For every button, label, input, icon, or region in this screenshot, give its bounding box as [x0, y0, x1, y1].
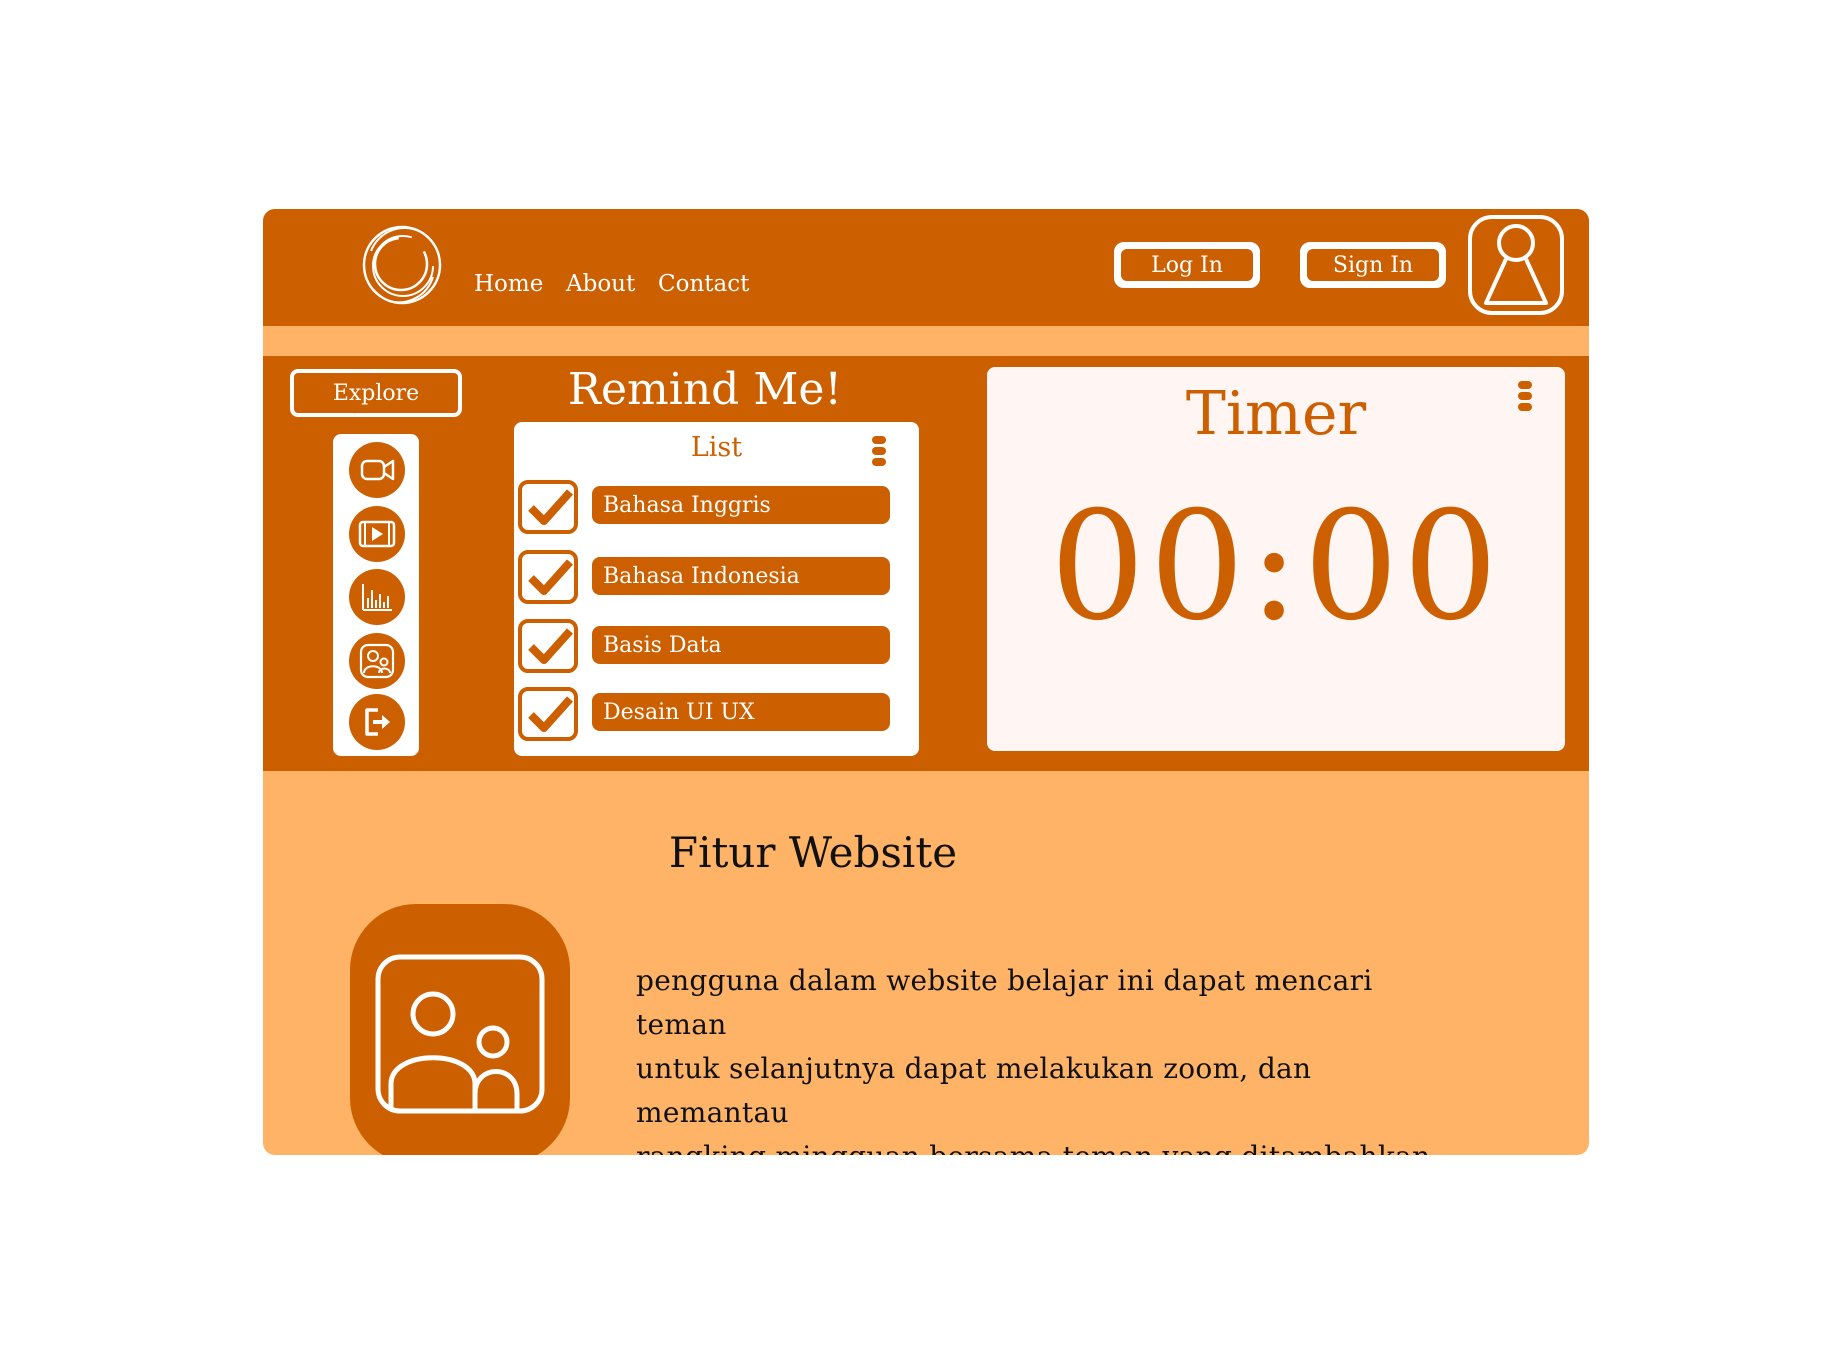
- nav-about-link[interactable]: About: [566, 271, 635, 297]
- explore-button[interactable]: Explore: [290, 369, 462, 417]
- features-description: pengguna dalam website belajar ini dapat…: [636, 959, 1456, 1155]
- signin-button[interactable]: Sign In: [1300, 242, 1446, 288]
- nav-home-link[interactable]: Home: [474, 271, 543, 297]
- kebab-menu-icon[interactable]: [872, 436, 886, 466]
- list-item[interactable]: Basis Data: [592, 626, 890, 664]
- reminder-list-card: List Bahasa Inggris Bahasa Indonesia Bas…: [514, 422, 919, 756]
- accent-strip: [263, 326, 1589, 356]
- sidebar-item-friends[interactable]: [349, 633, 405, 689]
- features-line: untuk selanjutnya dapat melakukan zoom, …: [636, 1052, 1312, 1129]
- checkbox-basis-data[interactable]: [518, 619, 578, 673]
- user-avatar-icon[interactable]: [1468, 215, 1564, 315]
- list-title: List: [690, 432, 743, 463]
- top-nav: Home About Contact Log In Sign In: [263, 209, 1589, 326]
- features-line: pengguna dalam website belajar ini dapat…: [636, 964, 1373, 1041]
- checkbox-desain-ui-ux[interactable]: [518, 687, 578, 741]
- bar-chart-icon: [362, 584, 392, 611]
- circle-swirl-logo-icon[interactable]: [359, 221, 445, 309]
- list-item[interactable]: Desain UI UX: [592, 693, 890, 731]
- timer-card: Timer 00:00: [987, 367, 1565, 751]
- sidebar-icon-bar: [333, 434, 419, 756]
- sidebar-item-video[interactable]: [349, 442, 405, 498]
- app-frame: Home About Contact Log In Sign In Explor…: [263, 209, 1589, 1155]
- timer-title: Timer: [1185, 379, 1367, 449]
- checkmark-icon: [528, 489, 573, 525]
- film-play-icon: [358, 520, 396, 548]
- dashboard-band: Explore Remind Me! List Bahasa Inggris B…: [263, 356, 1589, 771]
- sidebar-item-film[interactable]: [349, 506, 405, 562]
- friends-icon: [375, 954, 545, 1114]
- checkmark-icon: [528, 559, 573, 595]
- login-button[interactable]: Log In: [1114, 242, 1260, 288]
- features-line: rangking mingguan bersama teman yang dit…: [636, 1135, 1456, 1155]
- checkbox-bahasa-inggris[interactable]: [518, 480, 578, 534]
- nav-contact-link[interactable]: Contact: [658, 271, 749, 297]
- checkbox-bahasa-indonesia[interactable]: [518, 550, 578, 604]
- sidebar-item-logout[interactable]: [349, 694, 405, 750]
- features-title: Fitur Website: [668, 828, 958, 877]
- login-button-label: Log In: [1121, 249, 1253, 281]
- kebab-menu-icon[interactable]: [1518, 381, 1532, 411]
- remind-title: Remind Me!: [567, 364, 843, 415]
- signin-button-label: Sign In: [1307, 249, 1439, 281]
- timer-display: 00:00: [1049, 480, 1503, 654]
- video-camera-icon: [360, 459, 395, 481]
- friends-icon: [359, 643, 395, 679]
- feature-icon-tile: [350, 904, 570, 1155]
- sidebar-item-stats[interactable]: [349, 569, 405, 625]
- checkmark-icon: [528, 628, 573, 664]
- logout-icon: [365, 708, 390, 736]
- checkmark-icon: [528, 696, 573, 732]
- list-item[interactable]: Bahasa Indonesia: [592, 557, 890, 595]
- list-item[interactable]: Bahasa Inggris: [592, 486, 890, 524]
